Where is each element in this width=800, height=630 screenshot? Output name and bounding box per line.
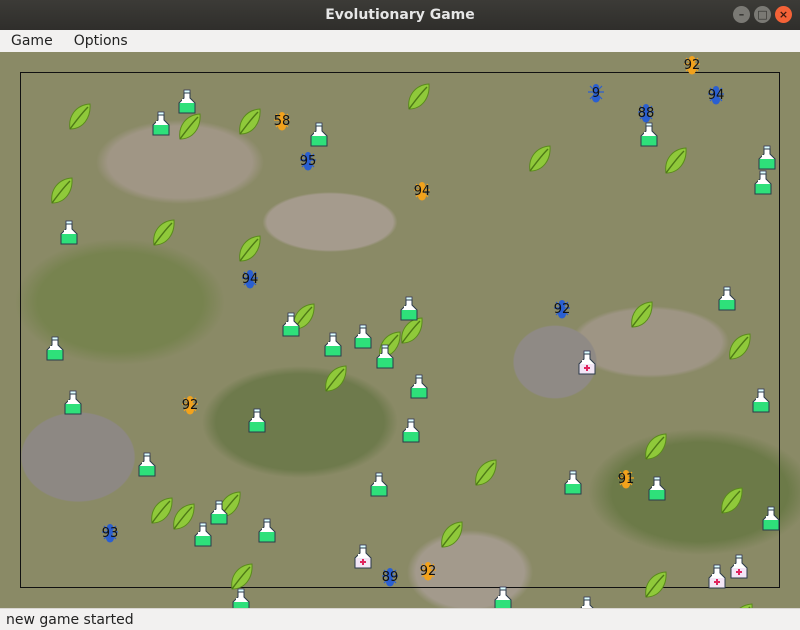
leaf-icon <box>631 301 653 328</box>
ant[interactable]: 92 <box>680 52 704 76</box>
green-potion-icon <box>758 145 776 170</box>
leaf-icon <box>408 83 430 110</box>
maximize-button[interactable]: □ <box>754 6 771 23</box>
leaf-icon <box>645 433 667 460</box>
green-potion-icon <box>580 596 594 608</box>
ant-energy-label: 91 <box>617 472 635 487</box>
green-potion-icon <box>494 586 512 608</box>
green-potion-icon <box>762 506 780 531</box>
ant-energy-label: 89 <box>381 570 399 585</box>
green-potion-icon <box>640 122 658 147</box>
ant-energy-label: 58 <box>273 114 291 129</box>
ant[interactable]: 88 <box>634 100 658 124</box>
ant-energy-label: 92 <box>419 564 437 579</box>
ant-energy-label: 93 <box>101 526 119 541</box>
status-message: new game started <box>6 611 134 628</box>
leaf-icon <box>529 145 551 172</box>
red-cross-potion-icon <box>578 350 596 375</box>
ant[interactable]: 95 <box>296 148 320 172</box>
green-potion-icon <box>282 312 300 337</box>
green-potion-icon <box>194 522 212 547</box>
ant[interactable]: 93 <box>98 520 122 544</box>
ant-energy-label: 88 <box>637 106 655 121</box>
menu-bar: Game Options <box>0 30 800 53</box>
ant[interactable]: 92 <box>178 392 202 416</box>
leaf-icon <box>69 103 91 130</box>
leaf-icon <box>729 333 751 360</box>
leaf-icon <box>179 113 201 140</box>
ant-energy-label: 92 <box>553 302 571 317</box>
leaf-icon <box>239 108 261 135</box>
ant[interactable]: 89 <box>378 564 402 588</box>
green-potion-icon <box>178 89 196 114</box>
green-potion-icon <box>376 344 394 369</box>
ant-energy-label: 94 <box>707 88 725 103</box>
green-potion-icon <box>310 122 328 147</box>
green-potion-icon <box>138 452 156 477</box>
green-potion-icon <box>648 476 666 501</box>
ant-energy-label: 94 <box>241 272 259 287</box>
menu-game[interactable]: Game <box>0 33 63 49</box>
leaf-icon <box>441 521 463 548</box>
ant[interactable]: 94 <box>410 178 434 202</box>
green-potion-icon <box>354 324 372 349</box>
leaf-icon <box>665 147 687 174</box>
close-button[interactable]: × <box>775 6 792 23</box>
ant-energy-label: 95 <box>299 154 317 169</box>
ant[interactable]: 92 <box>550 296 574 320</box>
green-potion-icon <box>64 390 82 415</box>
green-potion-icon <box>370 472 388 497</box>
ant-energy-label: 92 <box>683 58 701 73</box>
green-potion-icon <box>752 388 770 413</box>
green-potion-icon <box>324 332 342 357</box>
red-cross-potion-icon <box>708 564 726 589</box>
green-potion-icon <box>258 518 276 543</box>
leaf-icon <box>51 177 73 204</box>
ant[interactable]: 94 <box>704 82 728 106</box>
ant-energy-label: 94 <box>413 184 431 199</box>
status-bar: new game started <box>0 608 800 630</box>
red-cross-potion-icon <box>730 554 748 579</box>
ant[interactable]: 94 <box>238 266 262 290</box>
green-potion-icon <box>248 408 266 433</box>
green-potion-icon <box>402 418 420 443</box>
leaf-icon <box>721 487 743 514</box>
leaf-icon <box>153 219 175 246</box>
green-potion-icon <box>232 588 250 608</box>
ant-energy-label: 9 <box>591 86 601 101</box>
game-field[interactable]: 58 95 94 94 92 92 91 93 89 92 88 94 92 9 <box>0 52 800 608</box>
menu-options[interactable]: Options <box>63 33 138 49</box>
green-potion-icon <box>754 170 772 195</box>
ant-energy-label: 92 <box>181 398 199 413</box>
leaf-icon <box>645 571 667 598</box>
red-cross-potion-icon <box>354 544 372 569</box>
ant[interactable]: 92 <box>416 558 440 582</box>
leaf-icon <box>475 459 497 486</box>
green-potion-icon <box>410 374 428 399</box>
window-title: Evolutionary Game <box>325 7 475 23</box>
green-potion-icon <box>400 296 418 321</box>
ant[interactable]: 58 <box>270 108 294 132</box>
green-potion-icon <box>152 111 170 136</box>
green-potion-icon <box>60 220 78 245</box>
minimize-button[interactable]: – <box>733 6 750 23</box>
leaf-icon <box>325 365 347 392</box>
ant[interactable]: 9 <box>584 80 608 104</box>
green-potion-icon <box>46 336 64 361</box>
green-potion-icon <box>564 470 582 495</box>
window-controls: – □ × <box>733 6 792 23</box>
green-potion-icon <box>718 286 736 311</box>
ant[interactable]: 91 <box>614 466 638 490</box>
window-titlebar: Evolutionary Game – □ × <box>0 0 800 30</box>
leaf-icon <box>239 235 261 262</box>
